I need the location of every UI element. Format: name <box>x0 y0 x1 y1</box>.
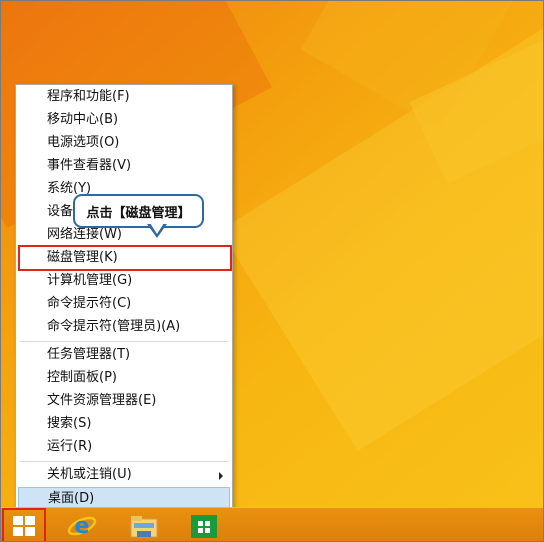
menu-item-mobility-center[interactable]: 移动中心(B) <box>16 109 232 131</box>
winx-context-menu: 程序和功能(F) 移动中心(B) 电源选项(O) 事件查看器(V) 系统(Y) … <box>15 84 233 510</box>
start-button[interactable] <box>2 508 46 542</box>
instruction-callout: 点击【磁盘管理】 <box>73 194 204 228</box>
menu-item-run[interactable]: 运行(R) <box>16 436 232 458</box>
menu-item-power-options[interactable]: 电源选项(O) <box>16 132 232 154</box>
file-explorer-icon <box>130 515 158 537</box>
menu-item-control-panel[interactable]: 控制面板(P) <box>16 367 232 389</box>
menu-item-programs-features[interactable]: 程序和功能(F) <box>16 86 232 108</box>
menu-item-command-prompt[interactable]: 命令提示符(C) <box>16 293 232 315</box>
menu-item-desktop[interactable]: 桌面(D) <box>18 487 230 509</box>
disk-management-highlight-box <box>18 245 232 271</box>
submenu-arrow-icon <box>219 472 223 480</box>
menu-item-task-manager[interactable]: 任务管理器(T) <box>16 344 232 366</box>
menu-item-command-prompt-admin[interactable]: 命令提示符(管理员)(A) <box>16 316 232 338</box>
menu-item-computer-management[interactable]: 计算机管理(G) <box>16 270 232 292</box>
callout-pointer-fill <box>150 223 164 234</box>
menu-item-label: 关机或注销(U) <box>47 467 132 482</box>
menu-item-file-explorer[interactable]: 文件资源管理器(E) <box>16 390 232 412</box>
taskbar: e <box>0 507 544 542</box>
menu-item-shutdown-signout[interactable]: 关机或注销(U) <box>16 464 232 486</box>
menu-separator <box>19 341 229 342</box>
internet-explorer-icon: e <box>67 514 97 539</box>
windows-store-icon <box>191 514 217 538</box>
windows-store-button[interactable] <box>180 508 228 542</box>
file-explorer-button[interactable] <box>120 508 168 542</box>
menu-separator <box>19 461 229 462</box>
menu-item-event-viewer[interactable]: 事件查看器(V) <box>16 155 232 177</box>
internet-explorer-button[interactable]: e <box>58 508 106 542</box>
menu-item-search[interactable]: 搜索(S) <box>16 413 232 435</box>
svg-text:e: e <box>75 514 90 539</box>
windows-start-icon <box>13 515 35 536</box>
